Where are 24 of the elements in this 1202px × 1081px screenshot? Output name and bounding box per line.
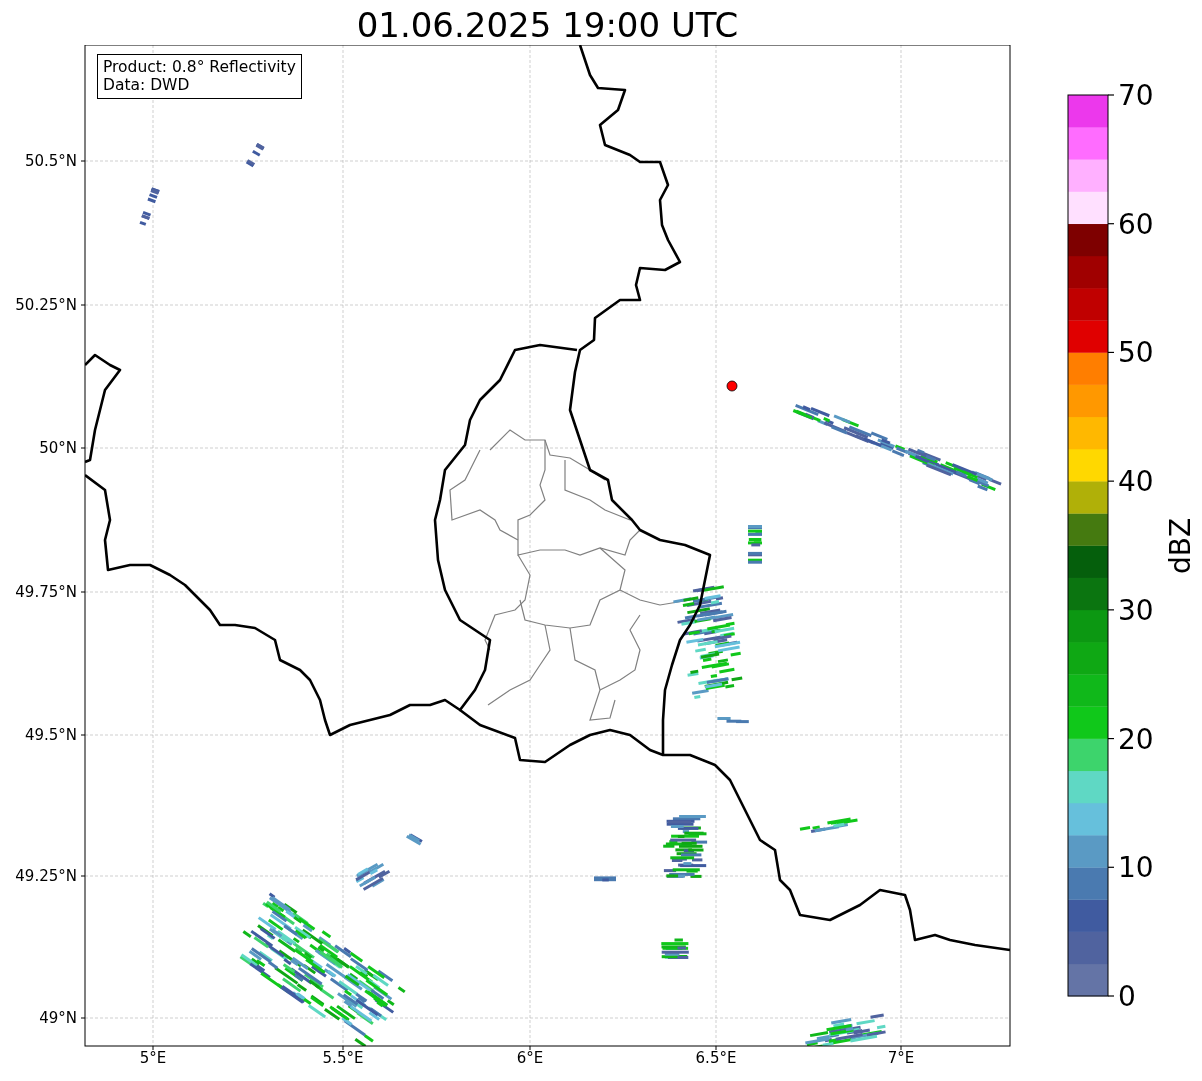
colorbar-label: dBZ	[1164, 517, 1197, 575]
info-text: Product: 0.8° Reflectivity	[103, 58, 296, 76]
colorbar-tick-label: 10	[1118, 851, 1154, 885]
colorbar-tick-label: 60	[1118, 207, 1154, 241]
axis-tick-label: 7°E	[887, 1049, 915, 1067]
colorbar-tick-label: 70	[1118, 79, 1154, 112]
colorbar-tick-label: 40	[1118, 465, 1154, 499]
axis-tick-label: 5°E	[139, 1049, 167, 1067]
chart-title: 01.06.2025 19:00 UTC	[355, 4, 740, 47]
colorbar-tick-label: 0	[1118, 980, 1136, 1013]
axis-tick-label: 49.75°N	[15, 583, 77, 601]
axis-tick-label: 5.5°E	[322, 1049, 364, 1067]
axis-tick-label: 6.5°E	[695, 1049, 737, 1067]
axis-tick-label: 49.25°N	[15, 867, 77, 885]
axis-tick-label: 49°N	[39, 1009, 77, 1027]
colorbar-tick-label: 50	[1118, 336, 1154, 370]
axis-tick-label: 50°N	[39, 439, 77, 457]
colorbar-tick-label: 30	[1118, 593, 1154, 627]
axis-tick-label: 50.25°N	[15, 296, 77, 314]
axis-tick-label: 50.5°N	[24, 152, 77, 170]
axis-tick-label: 49.5°N	[24, 726, 77, 744]
axis-tick-label: 6°E	[516, 1049, 544, 1067]
info-text: Data: DWD	[103, 76, 191, 94]
colorbar-tick-label: 20	[1118, 722, 1154, 756]
